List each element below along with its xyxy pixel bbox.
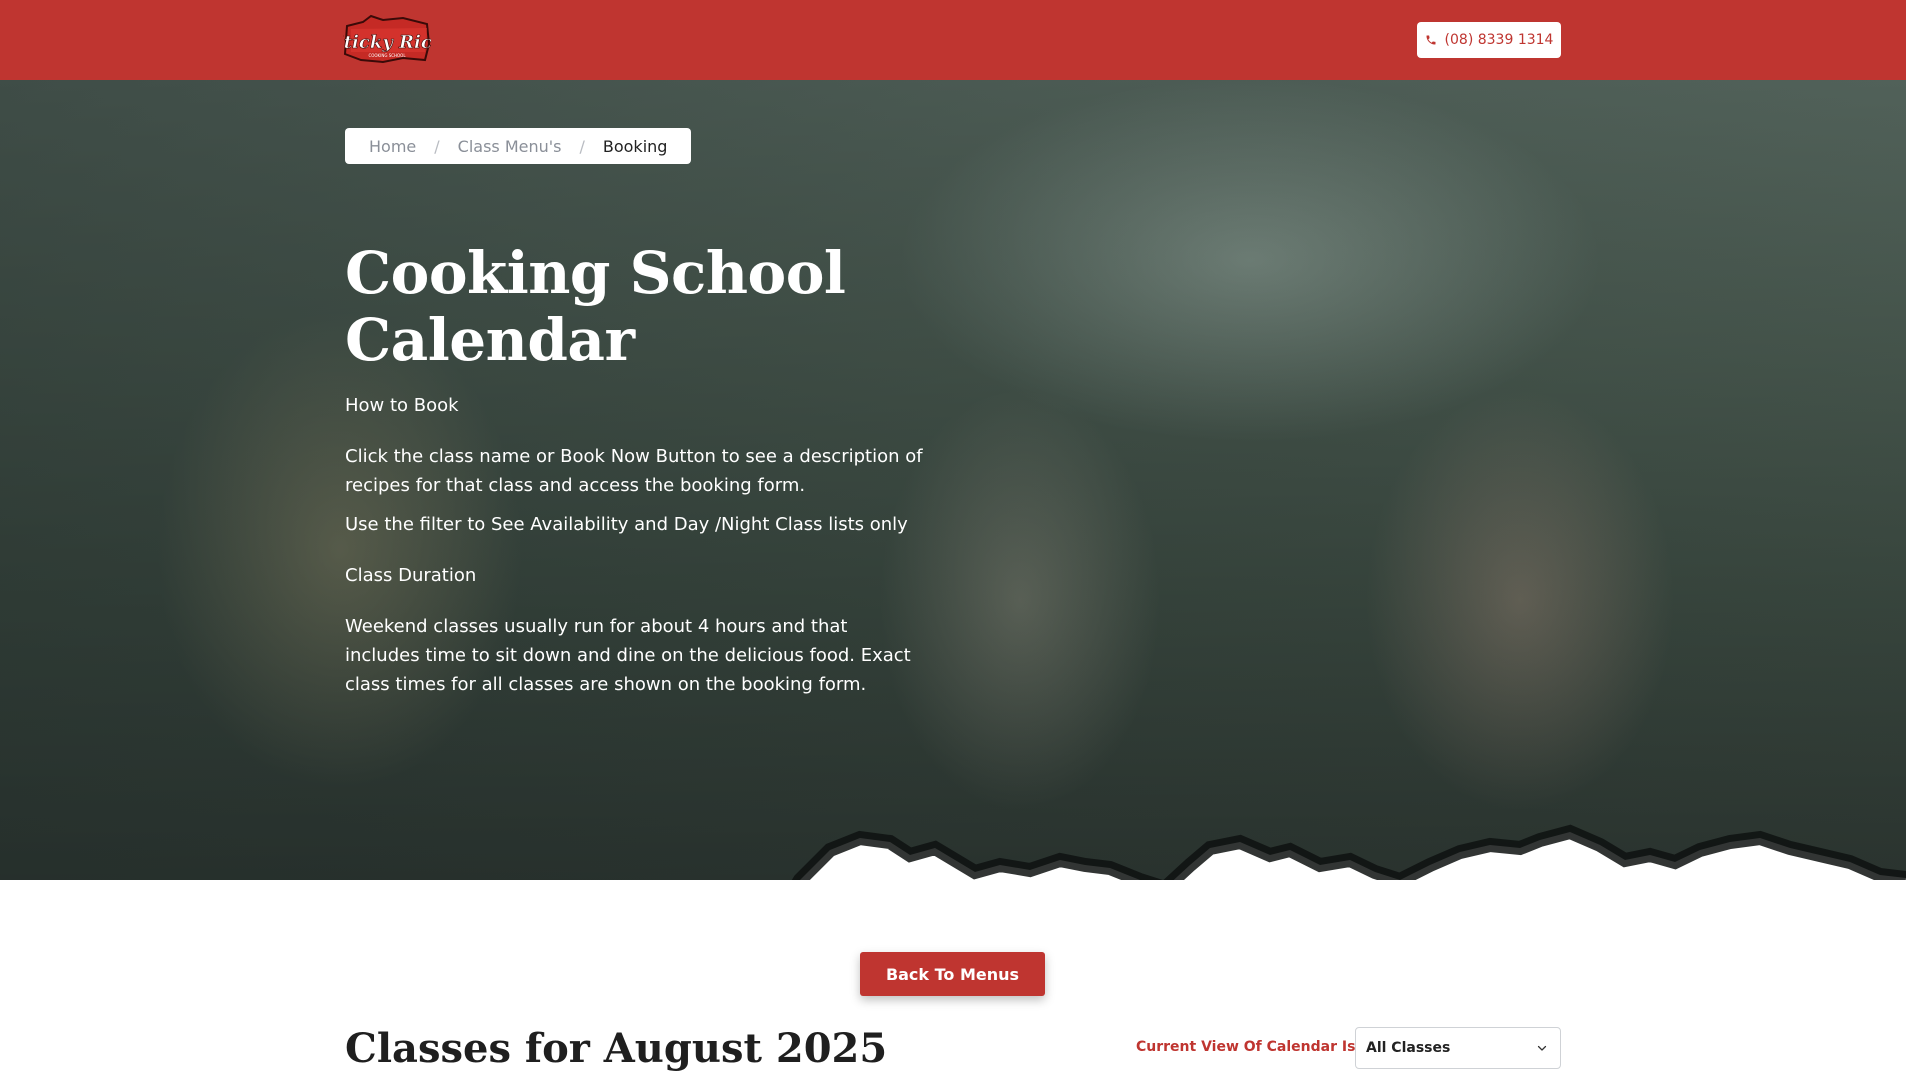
breadcrumb-booking: Booking	[602, 136, 668, 156]
torn-paper-edge	[791, 824, 1906, 880]
calendar-filter-select[interactable]: All Classes	[1355, 1027, 1561, 1069]
calendar-filter-value: All Classes	[1366, 1040, 1451, 1056]
breadcrumb-separator: /	[434, 136, 440, 156]
back-to-menus-button[interactable]: Back To Menus	[860, 952, 1045, 996]
logo-emblem: Sticky Rice COOKING SCHOOL	[330, 14, 444, 64]
phone-number: (08) 8339 1314	[1444, 32, 1554, 48]
chevron-down-icon	[1537, 1045, 1547, 1051]
logo-text: Sticky Rice	[343, 32, 431, 53]
class-duration-text: Weekend classes usually run for about 4 …	[345, 616, 911, 696]
class-duration-heading: Class Duration	[345, 565, 477, 587]
breadcrumb: Home / Class Menu's / Booking	[345, 128, 692, 164]
hero-text: How to Book Click the class name or Book…	[345, 391, 1045, 699]
sticky-rice-logo[interactable]: Sticky Rice COOKING SCHOOL	[330, 14, 444, 64]
breadcrumb-separator: /	[579, 136, 585, 156]
page-title: Cooking School Calendar	[345, 239, 846, 374]
calendar-view-label: Current View Of Calendar Is	[1136, 1039, 1356, 1055]
phone-icon	[1426, 35, 1436, 45]
top-navigation-bar: Sticky Rice COOKING SCHOOL (08) 8339 131…	[0, 0, 1906, 80]
calendar-month-title: Classes for August 2025	[345, 1025, 888, 1072]
breadcrumb-home[interactable]: Home	[369, 137, 416, 156]
how-to-book-heading: How to Book	[345, 395, 459, 417]
filter-text: Use the filter to See Availability and D…	[345, 514, 908, 536]
breadcrumb-class-menus[interactable]: Class Menu's	[458, 137, 562, 156]
how-to-book-text: Click the class name or Book Now Button …	[345, 446, 923, 497]
logo-subtext: COOKING SCHOOL	[368, 53, 406, 58]
phone-button[interactable]: (08) 8339 1314	[1417, 22, 1561, 58]
hero-content: Cooking School Calendar How to Book Clic…	[345, 240, 1045, 699]
